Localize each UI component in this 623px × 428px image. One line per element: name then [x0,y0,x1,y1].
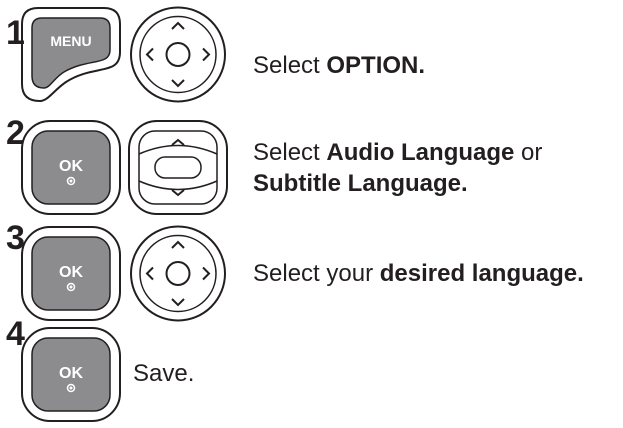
step-1-text-pre: Select [253,52,327,79]
ok-button-label: OK [59,264,83,281]
nav-pad-updown[interactable] [127,119,229,216]
ok-button-label: OK [59,365,83,382]
step-4-instruction: Save. [133,358,194,389]
step-4-text-pre: Save. [133,360,195,387]
ok-button-label: OK [59,158,83,175]
menu-button[interactable]: MENU [20,6,122,103]
step-2-instruction: Select Audio Language or Subtitle Languag… [253,137,542,199]
step-2-text-pre: Select [253,139,327,166]
step-1-text-bold: OPTION. [326,52,426,79]
ok-button[interactable]: OK [20,326,122,423]
nav-pad-4way[interactable] [127,6,229,103]
step-2-text-bold: Audio Language [326,139,515,166]
step-3-instruction: Select your desired language. [253,258,584,289]
step-3-text-bold: desired language. [379,260,584,287]
step-1-instruction: Select OPTION. [253,50,425,81]
nav-pad-4way[interactable] [127,225,229,322]
ok-center-icon[interactable] [165,42,191,67]
ok-center-icon[interactable] [154,156,202,179]
ok-center-icon[interactable] [165,261,191,286]
ok-button[interactable]: OK [20,225,122,322]
menu-button-label: MENU [50,33,91,49]
step-2-text-line2-bold: Subtitle Language. [253,170,468,197]
step-3-text-pre: Select your [253,260,380,287]
ok-button[interactable]: OK [20,119,122,216]
step-2-text-post: or [514,139,543,166]
